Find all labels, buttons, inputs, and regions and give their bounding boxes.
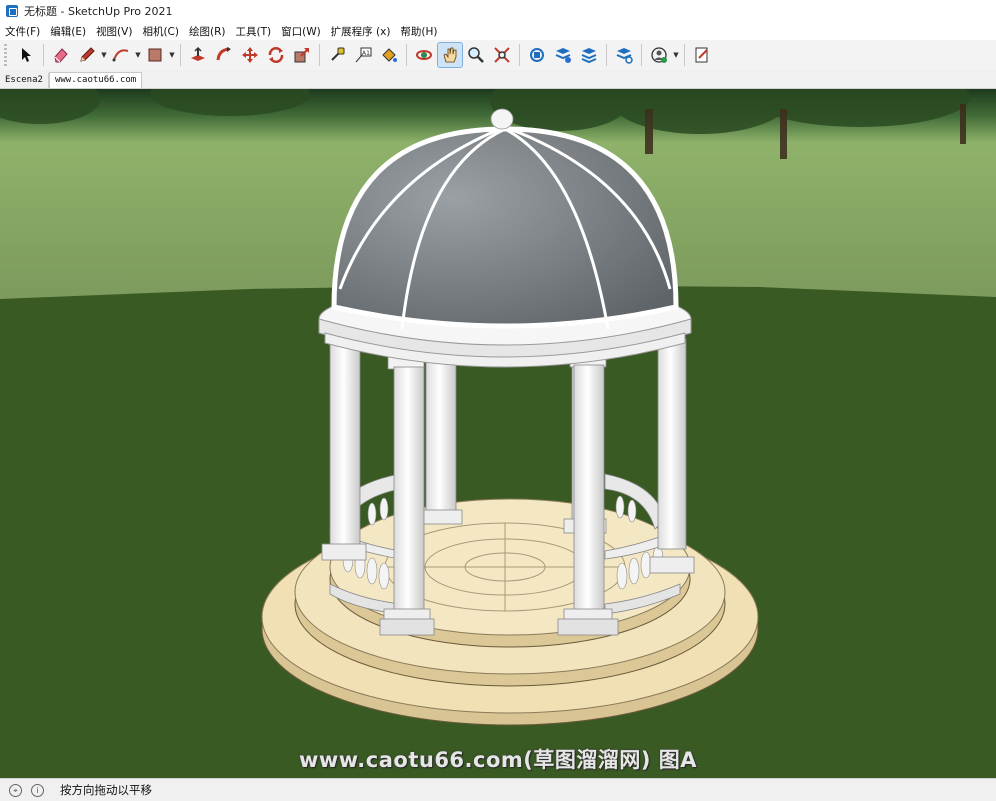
- sketchup-logo-icon: [6, 5, 18, 17]
- toolbar-separator: [684, 44, 685, 66]
- orbit-icon[interactable]: [412, 43, 436, 67]
- tray-icon[interactable]: [690, 43, 714, 67]
- follow-me-icon[interactable]: [212, 43, 236, 67]
- main-toolbar: ▼ ▼ ▼ A1 ▼: [0, 40, 996, 70]
- menu-help[interactable]: 帮助(H): [395, 24, 442, 39]
- menu-edit[interactable]: 编辑(E): [45, 24, 91, 39]
- paint-bucket-icon[interactable]: [377, 43, 401, 67]
- menu-file[interactable]: 文件(F): [0, 24, 45, 39]
- menu-draw[interactable]: 绘图(R): [184, 24, 231, 39]
- menu-camera[interactable]: 相机(C): [137, 24, 184, 39]
- menu-bar: 文件(F) 编辑(E) 视图(V) 相机(C) 绘图(R) 工具(T) 窗口(W…: [0, 22, 996, 40]
- shape-dropdown-chevron-icon[interactable]: ▼: [168, 43, 176, 67]
- window-titlebar: 无标题 - SketchUp Pro 2021: [0, 0, 996, 22]
- push-pull-icon[interactable]: [186, 43, 210, 67]
- zoom-extents-icon[interactable]: [490, 43, 514, 67]
- select-arrow-icon[interactable]: [14, 43, 38, 67]
- toolbar-separator: [519, 44, 520, 66]
- status-message: 按方向拖动以平移: [60, 783, 152, 797]
- gazebo-scene: [0, 89, 996, 778]
- toolbar-grip[interactable]: [4, 44, 7, 66]
- pencil-dropdown-chevron-icon[interactable]: ▼: [100, 43, 108, 67]
- watermark-text: www.caotu66.com(草图溜溜网) 图A: [298, 748, 698, 772]
- pencil-icon[interactable]: [75, 43, 99, 67]
- toolbar-separator: [43, 44, 44, 66]
- model-viewport[interactable]: www.caotu66.com(草图溜溜网) 图A: [0, 89, 996, 778]
- pan-icon[interactable]: [437, 42, 463, 68]
- tape-measure-icon[interactable]: [325, 43, 349, 67]
- status-bar: ⌖ i 按方向拖动以平移: [0, 778, 996, 801]
- scene-tabs: Escena2 www.caotu66.com: [0, 70, 996, 89]
- warehouse-icon[interactable]: [525, 43, 549, 67]
- text-icon[interactable]: A1: [351, 43, 375, 67]
- menu-view[interactable]: 视图(V): [91, 24, 137, 39]
- zoom-icon[interactable]: [464, 43, 488, 67]
- scene-tab-website[interactable]: www.caotu66.com: [48, 72, 143, 88]
- toolbar-separator: [319, 44, 320, 66]
- menu-window[interactable]: 窗口(W): [276, 24, 326, 39]
- toolbar-separator: [180, 44, 181, 66]
- rotate-icon[interactable]: [264, 43, 288, 67]
- menu-tools[interactable]: 工具(T): [230, 24, 276, 39]
- window-title: 无标题 - SketchUp Pro 2021: [24, 5, 173, 18]
- rectangle-shape-icon[interactable]: [143, 43, 167, 67]
- extension-warehouse-icon[interactable]: [551, 43, 575, 67]
- layout-send-icon[interactable]: [577, 43, 601, 67]
- eraser-icon[interactable]: [49, 43, 73, 67]
- arc-dropdown-chevron-icon[interactable]: ▼: [134, 43, 142, 67]
- move-icon[interactable]: [238, 43, 262, 67]
- toolbar-separator: [606, 44, 607, 66]
- account-dropdown-chevron-icon[interactable]: ▼: [672, 43, 680, 67]
- account-icon[interactable]: [647, 43, 671, 67]
- info-icon[interactable]: i: [31, 783, 44, 797]
- menu-extensions[interactable]: 扩展程序 (x): [326, 24, 396, 39]
- arc-icon[interactable]: [109, 43, 133, 67]
- scale-icon[interactable]: [290, 43, 314, 67]
- extension-manager-icon[interactable]: [612, 43, 636, 67]
- scene-tab-escena2[interactable]: Escena2: [0, 73, 49, 88]
- toolbar-separator: [406, 44, 407, 66]
- svg-text:A1: A1: [362, 50, 370, 57]
- geo-location-icon[interactable]: ⌖: [9, 783, 22, 797]
- toolbar-separator: [641, 44, 642, 66]
